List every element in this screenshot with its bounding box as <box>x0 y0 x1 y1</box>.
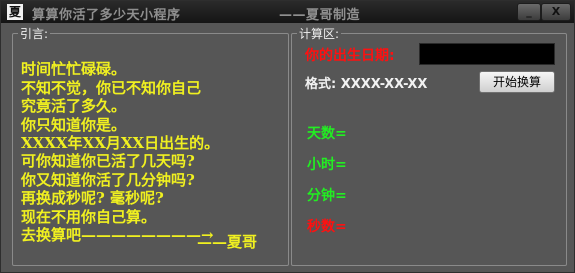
hours-result: 小时= <box>307 157 347 173</box>
start-convert-button[interactable]: 开始换算 <box>479 71 555 93</box>
seconds-result: 秒数= <box>307 219 347 235</box>
close-button[interactable]: X <box>541 3 571 21</box>
quote-line: 不知不觉，你已不知你自己 <box>21 78 202 97</box>
window-title: 算算你活了多少天小程序 <box>32 8 181 23</box>
quote-line: 可你知道你已活了几天吗? <box>21 152 195 171</box>
quote-signature: ——夏哥 <box>197 233 258 251</box>
quote-text: 时间忙忙碌碌。 不知不觉，你已不知你自己 究竟活了多久。 你只知道你是。 XXX… <box>21 42 283 244</box>
quote-group: 引言: 时间忙忙碌碌。 不知不觉，你已不知你自己 究竟活了多久。 你只知道你是。… <box>12 25 289 266</box>
quote-line: XXXX年XX月XX日出生的。 <box>21 134 220 153</box>
quote-line: 你只知道你是。 <box>21 115 127 134</box>
format-label: 格式: XXXX-XX-XX <box>305 77 428 92</box>
window-subtitle: ——夏哥制造 <box>279 8 361 23</box>
days-result: 天数= <box>307 126 347 142</box>
quote-line: 去换算吧————————→ <box>21 226 214 245</box>
app-window: 夏 算算你活了多少天小程序 ——夏哥制造 _ X 引言: 时间忙忙碌碌。 不知不… <box>0 0 575 273</box>
dob-input[interactable] <box>419 43 555 65</box>
title-bar[interactable]: 夏 算算你活了多少天小程序 ——夏哥制造 _ X <box>1 1 574 23</box>
quote-line: 现在不用你自己算。 <box>21 207 157 226</box>
calc-group: 计算区: 你的出生日期: 格式: XXXX-XX-XX 开始换算 天数= 小时=… <box>291 25 567 266</box>
minutes-result: 分钟= <box>307 188 347 204</box>
dob-label: 你的出生日期: <box>305 48 395 64</box>
app-icon: 夏 <box>7 4 23 20</box>
quote-line: 究竟活了多久。 <box>21 97 127 116</box>
quote-line: 你又知道你活了几分钟吗? <box>21 170 195 189</box>
quote-line: 再换成秒呢? 毫秒呢? <box>21 189 164 208</box>
quote-line: 时间忙忙碌碌。 <box>21 60 127 79</box>
minimize-button[interactable]: _ <box>517 3 541 21</box>
calc-group-label: 计算区: <box>297 25 342 42</box>
quote-group-label: 引言: <box>18 25 51 42</box>
